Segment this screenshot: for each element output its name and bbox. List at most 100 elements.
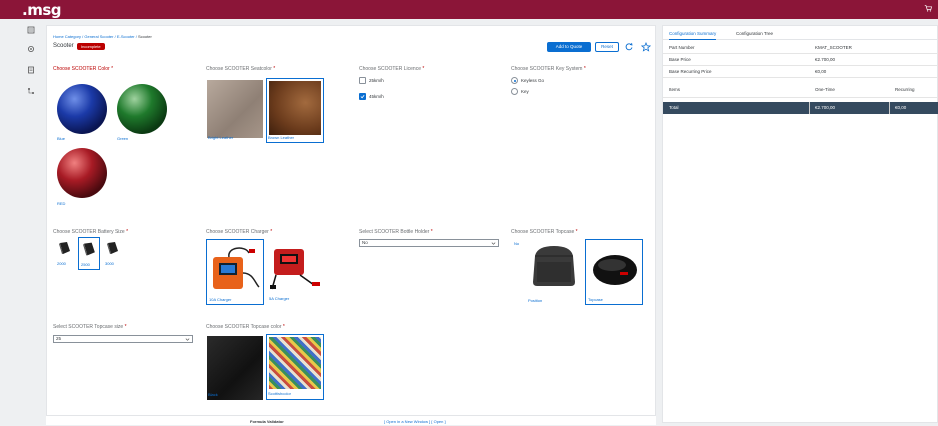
summary-row: Base Recurring Price €0,00: [663, 66, 938, 78]
topcase-label: Choose SCOOTER Topcase *: [511, 229, 578, 235]
breadcrumb: Home Category / General Scooter / E-Scoo…: [53, 34, 152, 39]
color-option-red-caption: RED: [57, 201, 66, 206]
topcase-no-option[interactable]: No: [514, 241, 519, 246]
topcase-color-scottish-caption: Scottishcolor: [268, 391, 291, 396]
seat-option-brown-leather-caption: Brown Leather: [268, 135, 295, 140]
bottle-label: Select SCOOTER Bottle Holder *: [359, 229, 433, 235]
items-header-row: Items One-Time Recurring: [663, 84, 938, 98]
configuration-summary-panel: Configuration Summary Configuration Tree…: [662, 25, 938, 423]
top-bar: .msg: [0, 0, 938, 19]
licence-45-label: 45km/h: [369, 94, 384, 99]
breadcrumb-e-scooter[interactable]: E-Scooter: [117, 34, 135, 39]
charger-label: Choose SCOOTER Charger *: [206, 229, 273, 235]
key-label: Key: [521, 89, 529, 94]
bottle-select[interactable]: No: [359, 239, 499, 247]
charger-5a-caption: 5A Charger: [269, 296, 290, 301]
topcase-color-label: Choose SCOOTER Topcase color *: [206, 324, 285, 330]
keyless-go-radio[interactable]: [511, 77, 518, 84]
seat-option-brown-leather[interactable]: Brown Leather: [266, 78, 324, 143]
row-value: KMAT_SCOOTER: [815, 45, 852, 50]
key-radio[interactable]: [511, 88, 518, 95]
topcase-image: [593, 255, 637, 285]
battery-icon: [83, 242, 95, 256]
color-option-green-caption: Green: [117, 136, 129, 141]
color-option-red[interactable]: [55, 146, 109, 200]
battery-option-3000[interactable]: 3000: [103, 238, 125, 268]
settings-icon[interactable]: [27, 45, 35, 53]
column-divider: [889, 102, 890, 114]
color-option-blue[interactable]: [55, 82, 109, 136]
reset-button[interactable]: Reset: [595, 42, 619, 52]
licence-45-checkbox[interactable]: [359, 93, 366, 100]
battery-label: Choose SCOOTER Battery Size *: [53, 229, 129, 235]
items-header-label: Items: [669, 87, 681, 92]
topcase-size-value: 25: [56, 336, 62, 341]
licence-25-checkbox[interactable]: [359, 77, 366, 84]
color-option-blue-caption: Blue: [57, 136, 66, 141]
total-row: Total €2.700,00 €0,00: [663, 102, 938, 114]
document-icon[interactable]: [27, 66, 35, 74]
topcase-size-select[interactable]: 25: [53, 335, 193, 343]
battery-icon: [107, 242, 118, 254]
battery-option-2500[interactable]: 2500: [78, 237, 100, 270]
list-icon[interactable]: [27, 26, 35, 34]
star-icon[interactable]: [641, 42, 651, 52]
cart-icon[interactable]: [924, 4, 932, 12]
summary-tabs: Configuration Summary Configuration Tree: [663, 26, 938, 40]
brand-logo[interactable]: .msg: [22, 1, 62, 19]
keysystem-label: Choose SCOOTER Key System *: [511, 66, 586, 72]
left-navigation: [20, 19, 44, 426]
breadcrumb-home[interactable]: Home Category: [53, 34, 81, 39]
battery-option-2000[interactable]: 2000: [55, 238, 77, 268]
refresh-icon[interactable]: [624, 42, 634, 52]
hierarchy-icon[interactable]: [27, 87, 35, 95]
formula-validator-bar: Formula Validator [ Open in a New Window…: [46, 415, 656, 425]
row-label: Base Price: [669, 57, 691, 62]
battery-icon: [59, 242, 70, 254]
battery-2500-caption: 2500: [81, 262, 90, 267]
charger-option-10a[interactable]: 10A Charger: [206, 239, 264, 305]
summary-row: Base Price €2.700,00: [663, 54, 938, 66]
topcase-color-option-scottish[interactable]: Scottishcolor: [266, 334, 324, 400]
topcase-position-caption: Position: [528, 298, 543, 303]
topcase-position-image: [533, 246, 575, 286]
charger-5a-image: [270, 249, 320, 290]
licence-label: Choose SCOOTER Licence *: [359, 66, 425, 72]
charger-10a-image: [213, 247, 260, 289]
color-label: Choose SCOOTER Color *: [53, 66, 114, 72]
total-one-time: €2.700,00: [815, 105, 836, 110]
check-icon: [360, 94, 365, 99]
charger-10a-caption: 10A Charger: [209, 297, 232, 302]
seatcolor-label: Choose SCOOTER Seatcolor *: [206, 66, 276, 72]
row-value: €2.700,00: [815, 57, 836, 62]
configurator-panel: Home Category / General Scooter / E-Scoo…: [46, 25, 656, 423]
keyless-go-label: Keyless Go: [521, 78, 545, 83]
topcase-option-position[interactable]: Position: [527, 240, 583, 310]
total-recurring: €0,00: [895, 105, 907, 110]
licence-25-label: 25km/h: [369, 78, 384, 83]
add-to-quote-button[interactable]: Add to Quote: [547, 42, 591, 52]
row-value: €0,00: [815, 69, 827, 74]
bottle-select-value: No: [362, 240, 368, 245]
breadcrumb-current: Scooter: [137, 34, 152, 39]
seat-option-bright-leather[interactable]: [207, 80, 263, 138]
topcase-color-option-black[interactable]: [207, 336, 263, 400]
topcase-option-topcase[interactable]: Topcase: [585, 239, 643, 305]
row-label: Base Recurring Price: [669, 69, 712, 74]
battery-3000-caption: 3000: [105, 261, 114, 266]
tab-configuration-tree[interactable]: Configuration Tree: [736, 31, 773, 36]
breadcrumb-general-scooter[interactable]: General Scooter: [84, 34, 113, 39]
topcase-size-label: Select SCOOTER Topcase size *: [53, 324, 127, 330]
brown-leather-swatch: [269, 81, 321, 135]
summary-row: Part Number KMAT_SCOOTER: [663, 42, 938, 54]
charger-option-5a[interactable]: 5A Charger: [268, 241, 326, 305]
color-option-green[interactable]: [115, 82, 169, 136]
seat-option-bright-leather-caption: Bright Leather: [208, 135, 234, 140]
formula-validator-links[interactable]: [ Open in a New Window ] [ Open ]: [384, 419, 446, 424]
one-time-header: One-Time: [815, 87, 835, 92]
page-title: Scooter: [53, 43, 74, 49]
topcase-topcase-caption: Topcase: [588, 297, 603, 302]
tab-configuration-summary[interactable]: Configuration Summary: [669, 31, 717, 40]
chevron-down-icon: [491, 242, 496, 245]
status-badge: Incomplete: [77, 43, 105, 50]
